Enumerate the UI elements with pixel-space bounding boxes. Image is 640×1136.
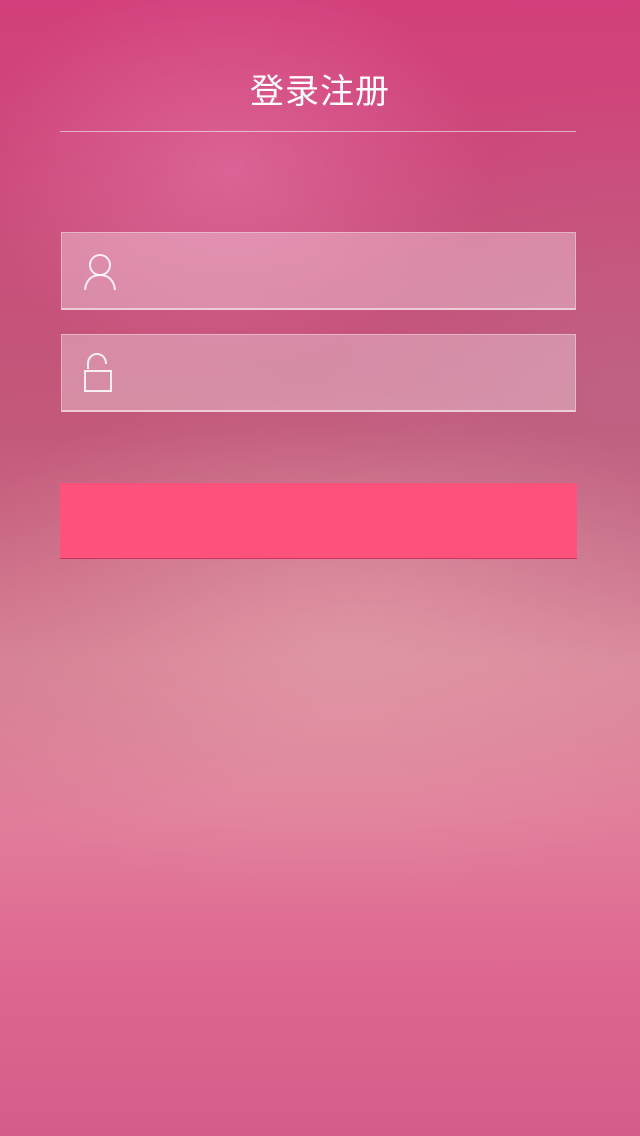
username-input[interactable] [142,233,562,309]
password-input[interactable] [142,335,562,411]
page-title: 登录注册 [250,72,390,112]
submit-button[interactable] [60,483,577,559]
username-field[interactable] [61,232,576,310]
user-icon [82,251,120,291]
header: 登录注册 [0,0,640,133]
lock-icon [82,352,120,393]
password-field[interactable] [61,334,576,412]
header-divider [60,131,576,132]
